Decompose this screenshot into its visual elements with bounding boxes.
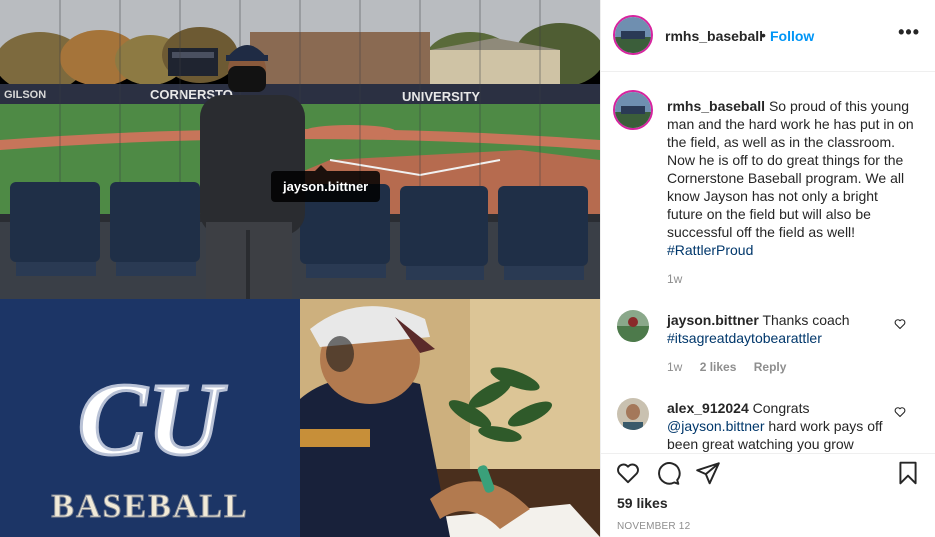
caption-username[interactable]: rmhs_baseball xyxy=(667,98,765,114)
cu-logo-letters: CU xyxy=(78,362,227,477)
comment-icon[interactable] xyxy=(655,460,681,486)
comment-like-heart-icon[interactable] xyxy=(894,318,906,330)
caption-meta: 1w xyxy=(667,272,696,286)
comment-body: Congrats xyxy=(752,400,810,416)
caption-age[interactable]: 1w xyxy=(667,272,682,286)
header-avatar[interactable] xyxy=(613,15,653,55)
comment-age[interactable]: 1w xyxy=(667,360,682,374)
field-photo: GILSON CORNERSTO UNIVERSITY jayson.bittn… xyxy=(0,0,600,299)
comment-body: Thanks coach xyxy=(762,312,850,328)
bookmark-icon[interactable] xyxy=(895,460,921,486)
signing-photo xyxy=(300,299,600,537)
comment-meta: 1w 2 likes Reply xyxy=(667,360,800,374)
header-username[interactable]: rmhs_baseball xyxy=(665,28,763,44)
wall-text-gilson: GILSON xyxy=(4,89,46,101)
comment-mention[interactable]: @jayson.bittner xyxy=(667,418,764,434)
post-media[interactable]: GILSON CORNERSTO UNIVERSITY jayson.bittn… xyxy=(0,0,600,537)
comment-hashtag[interactable]: #itsagreatdaytobearattler xyxy=(667,330,822,346)
caption-avatar[interactable] xyxy=(613,90,653,130)
header-separator: • xyxy=(761,27,766,43)
comment-avatar[interactable] xyxy=(617,310,649,342)
caption-body: So proud of this young man and the hard … xyxy=(667,98,914,240)
post-header: rmhs_baseball • Follow ••• xyxy=(601,0,935,72)
comment-text: jayson.bittner Thanks coach #itsagreatda… xyxy=(667,311,902,347)
reply-button[interactable]: Reply xyxy=(754,360,787,374)
comment-likes[interactable]: 2 likes xyxy=(700,360,737,374)
comment-like-heart-icon[interactable] xyxy=(894,406,906,418)
comment-avatar[interactable] xyxy=(617,398,649,430)
post-date[interactable]: NOVEMBER 12 xyxy=(617,521,690,532)
follow-button[interactable]: Follow xyxy=(770,28,814,44)
action-bar: 59 likes NOVEMBER 12 xyxy=(601,453,935,537)
more-options-icon[interactable]: ••• xyxy=(898,22,920,43)
comment-text: alex_912024 Congrats @jayson.bittner har… xyxy=(667,399,902,453)
likes-count[interactable]: 59 likes xyxy=(617,495,668,511)
logo-image: CU BASEBALL xyxy=(0,299,300,537)
post-panel: rmhs_baseball • Follow ••• rmhs_baseball… xyxy=(600,0,935,537)
comment-username[interactable]: jayson.bittner xyxy=(667,312,759,328)
baseball-logo-word: BASEBALL xyxy=(51,488,248,525)
comments-list[interactable]: rmhs_baseball So proud of this young man… xyxy=(601,73,935,453)
paper-plane-icon[interactable] xyxy=(695,460,721,486)
photo-user-tag[interactable]: jayson.bittner xyxy=(271,165,381,202)
comment-username[interactable]: alex_912024 xyxy=(667,400,749,416)
caption-hashtag[interactable]: #RattlerProud xyxy=(667,242,753,258)
heart-icon[interactable] xyxy=(615,460,641,486)
caption: rmhs_baseball So proud of this young man… xyxy=(667,97,917,259)
wall-text-right: UNIVERSITY xyxy=(402,89,480,104)
